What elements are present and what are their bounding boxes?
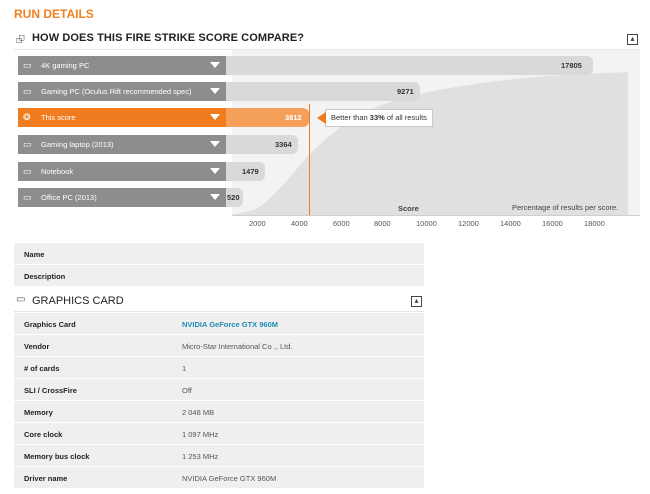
laptop-icon: ▭ xyxy=(23,166,32,176)
monitor-icon: ▭ xyxy=(23,192,32,202)
x-tick-label: 8000 xyxy=(374,219,391,228)
score-tooltip: Better than 33% of all results xyxy=(317,109,433,127)
collapse-compare-button[interactable]: ▴ xyxy=(627,34,638,45)
chart-icon: ⮺ xyxy=(16,34,25,46)
table-row: Graphics Card NVIDIA GeForce GTX 960M xyxy=(14,313,424,334)
score-value: 9271 xyxy=(397,87,414,96)
x-axis xyxy=(232,215,640,216)
collapse-graphics-card-button[interactable]: ▴ xyxy=(411,296,422,307)
compare-section-header: ⮺ HOW DOES THIS FIRE STRIKE SCORE COMPAR… xyxy=(14,29,640,50)
compare-row-label: 4K gaming PC xyxy=(41,61,90,70)
x-tick-label: 6000 xyxy=(333,219,350,228)
compare-row-dropdown[interactable]: ▭ 4K gaming PC xyxy=(18,56,226,75)
compare-row-dropdown[interactable]: ▭ Notebook xyxy=(18,162,226,181)
graphics-card-value: 1 253 MHz xyxy=(182,452,219,461)
score-bar xyxy=(226,82,420,101)
score-value: 1479 xyxy=(242,167,259,176)
graphics-card-value: 1 097 MHz xyxy=(182,430,219,439)
compare-row-dropdown[interactable]: ▭ Gaming PC (Oculus Rift recommended spec… xyxy=(18,82,226,101)
monitor-icon: ▭ xyxy=(16,294,26,305)
compare-row-dropdown[interactable]: ❂ This score xyxy=(18,108,226,127)
compare-row-label: This score xyxy=(41,113,76,122)
chevron-down-icon[interactable] xyxy=(210,114,220,120)
compare-row-label: Office PC (2013) xyxy=(41,193,97,202)
graphics-card-key: Core clock xyxy=(24,430,63,439)
compare-row-label: Notebook xyxy=(41,167,74,176)
compare-row-label: Gaming PC (Oculus Rift recommended spec) xyxy=(41,87,192,96)
compare-row-dropdown[interactable]: ▭ Office PC (2013) xyxy=(18,188,226,207)
lightbulb-icon: ❂ xyxy=(23,112,31,122)
graphics-card-value: 2 048 MB xyxy=(182,408,215,417)
graphics-card-key: Driver name xyxy=(24,474,68,483)
x-tick-label: 12000 xyxy=(458,219,479,228)
chevron-down-icon[interactable] xyxy=(210,194,220,200)
score-value: 3364 xyxy=(275,140,292,149)
laptop-icon: ▭ xyxy=(23,139,32,149)
table-row: Description xyxy=(14,265,424,286)
graphics-card-header: ▭ GRAPHICS CARD ▴ xyxy=(14,291,424,312)
table-row: Vendor Micro-Star International Co ., Ltd… xyxy=(14,335,424,356)
x-tick-label: 2000 xyxy=(249,219,266,228)
compare-row-label: Gaming laptop (2013) xyxy=(41,140,114,149)
graphics-card-key: Graphics Card xyxy=(24,320,76,329)
graphics-card-value: NVIDIA GeForce GTX 960M xyxy=(182,474,277,483)
this-score-marker xyxy=(309,104,310,216)
chevron-down-icon[interactable] xyxy=(210,141,220,147)
chevron-down-icon[interactable] xyxy=(210,62,220,68)
graphics-card-key: # of cards xyxy=(24,364,60,373)
x-tick-label: 16000 xyxy=(542,219,563,228)
graphics-card-heading: GRAPHICS CARD xyxy=(32,295,124,307)
graphics-card-key: SLI / CrossFire xyxy=(24,386,77,395)
compare-row-dropdown[interactable]: ▭ Gaming laptop (2013) xyxy=(18,135,226,154)
details-key: Name xyxy=(24,250,45,259)
table-row: Driver name NVIDIA GeForce GTX 960M xyxy=(14,467,424,488)
monitor-icon: ▭ xyxy=(23,60,32,70)
table-row: # of cards 1 xyxy=(14,357,424,378)
table-row: SLI / CrossFire Off xyxy=(14,379,424,400)
details-key: Description xyxy=(24,272,66,281)
monitor-icon: ▭ xyxy=(23,86,32,96)
x-tick-label: 18000 xyxy=(584,219,605,228)
page-title: RUN DETAILS xyxy=(14,7,94,21)
graphics-card-value: 1 xyxy=(182,364,187,373)
score-bar xyxy=(226,56,593,75)
graphics-card-key: Memory bus clock xyxy=(24,452,90,461)
percentage-label: Percentage of results per score. xyxy=(512,203,619,212)
x-tick-label: 14000 xyxy=(500,219,521,228)
score-axis-label: Score xyxy=(398,204,419,213)
chevron-down-icon[interactable] xyxy=(210,88,220,94)
table-row: Core clock 1 097 MHz xyxy=(14,423,424,444)
compare-heading: HOW DOES THIS FIRE STRIKE SCORE COMPARE? xyxy=(32,32,305,44)
graphics-card-key: Vendor xyxy=(24,342,50,351)
table-row: Memory bus clock 1 253 MHz xyxy=(14,445,424,466)
table-row: Name xyxy=(14,243,424,264)
table-row: Memory 2 048 MB xyxy=(14,401,424,422)
score-value: 3812 xyxy=(285,113,302,122)
graphics-card-value: Off xyxy=(182,386,192,395)
chevron-down-icon[interactable] xyxy=(210,168,220,174)
score-value: 520 xyxy=(227,193,240,202)
graphics-card-key: Memory xyxy=(24,408,53,417)
graphics-card-link[interactable]: NVIDIA GeForce GTX 960M xyxy=(182,320,278,329)
graphics-card-value: Micro-Star International Co ., Ltd. xyxy=(182,342,293,351)
x-tick-label: 4000 xyxy=(291,219,308,228)
x-tick-label: 10000 xyxy=(416,219,437,228)
score-value: 17805 xyxy=(561,61,582,70)
